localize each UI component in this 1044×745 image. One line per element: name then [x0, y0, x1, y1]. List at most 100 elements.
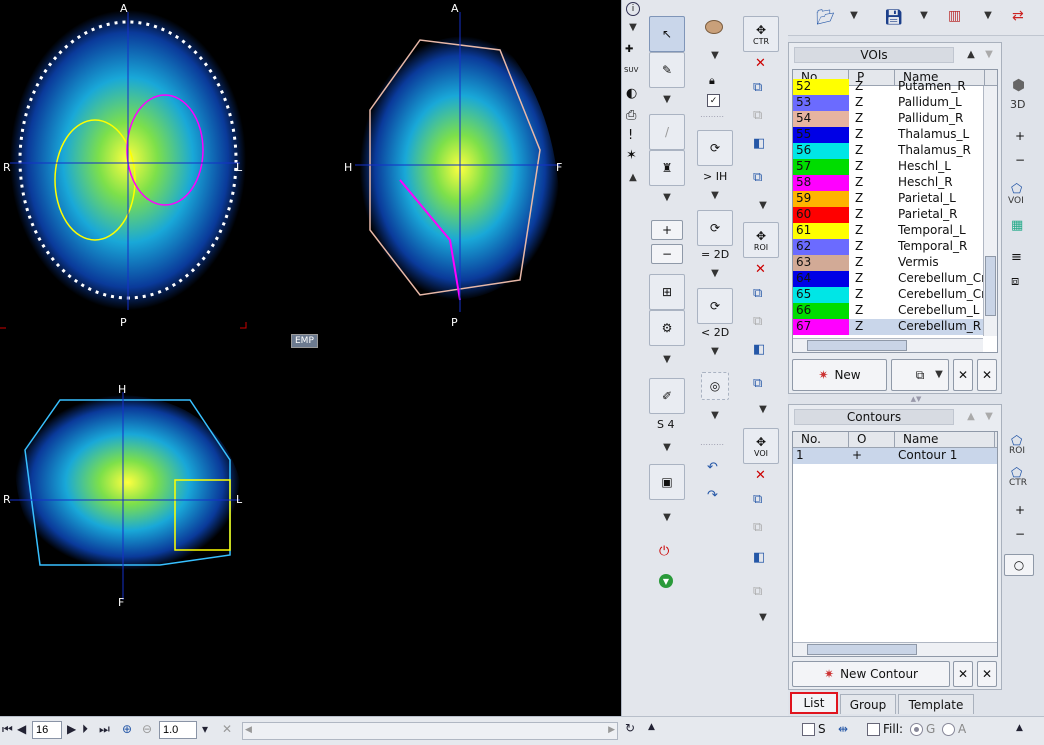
voi-row[interactable]: 67 Z Cerebellum_R — [793, 319, 983, 335]
paste-all-icon[interactable]: ⧉ — [753, 170, 762, 185]
voi-row[interactable]: 52 Z Putamen_R — [793, 79, 983, 95]
image-viewer[interactable]: A P R L A P H F H F R L EMP — [0, 0, 621, 716]
open-folder-icon[interactable]: 📂︎ — [816, 8, 835, 26]
chevron-down-icon[interactable]: ▼ — [705, 410, 725, 421]
zoom-input[interactable] — [159, 721, 197, 739]
chevron-down-icon[interactable]: ▼ — [753, 200, 773, 211]
tab-list[interactable]: List — [790, 692, 838, 714]
col-name[interactable]: Name — [895, 432, 995, 447]
paste-all-icon[interactable]: ⧉ — [753, 376, 762, 391]
delete-all-voi-button[interactable]: ✕ — [977, 359, 997, 391]
slice-input[interactable] — [32, 721, 62, 739]
suv-icon[interactable]: SUV — [624, 66, 638, 74]
plus-button[interactable]: + — [1012, 502, 1028, 518]
triangle-icon[interactable]: ▲ — [648, 722, 655, 732]
contour-row[interactable]: 1 + Contour 1 — [793, 448, 997, 464]
voi-row[interactable]: 54 Z Pallidum_R — [793, 111, 983, 127]
reset-icon[interactable]: ↻ — [625, 721, 635, 735]
chevron-down-icon[interactable]: ▼ — [979, 49, 999, 60]
s-checkbox[interactable] — [802, 723, 815, 736]
chevron-down-icon[interactable]: ▼ — [657, 442, 677, 453]
circle-button[interactable]: ○ — [1004, 554, 1034, 576]
col-no[interactable]: No. — [793, 432, 849, 447]
info-icon[interactable]: i — [626, 2, 640, 16]
chevron-up-icon[interactable]: ▲ — [961, 411, 981, 422]
contours-hscroll-thumb[interactable] — [807, 644, 917, 655]
chevron-up-icon[interactable]: ▲ — [961, 49, 981, 60]
chevron-down-icon[interactable]: ▼ — [914, 10, 934, 21]
minus-button[interactable]: − — [1012, 526, 1028, 542]
delete-icon[interactable]: ✕ — [755, 262, 766, 277]
power-icon[interactable]: ⏻ — [659, 544, 669, 559]
down-arrow-icon[interactable]: ▼ — [659, 574, 673, 588]
chevron-up-icon[interactable]: ▲ — [623, 172, 643, 183]
voi-row[interactable]: 57 Z Heschl_L — [793, 159, 983, 175]
fill-checkbox[interactable] — [867, 723, 880, 736]
lock-icon[interactable]: 🔒︎ — [709, 74, 715, 88]
last-slice-icon[interactable]: ⏭ — [99, 722, 110, 737]
voi-row[interactable]: 60 Z Parietal_R — [793, 207, 983, 223]
undo-icon[interactable]: ↶ — [707, 460, 718, 475]
lasso-tool-button[interactable]: ✎ — [649, 52, 685, 88]
vois-hscroll-thumb[interactable] — [807, 340, 907, 351]
voi-row[interactable]: 55 Z Thalamus_L — [793, 127, 983, 143]
a-radio[interactable] — [942, 723, 955, 736]
chevron-down-icon[interactable]: ▼ — [705, 190, 725, 201]
paste-icon[interactable]: ⧉ — [753, 108, 762, 123]
chevron-down-icon[interactable]: ▼ — [844, 10, 864, 21]
brush-tool-button[interactable]: / — [649, 114, 685, 150]
checkbox-icon[interactable]: ✓ — [707, 94, 720, 107]
redo-icon[interactable]: ↷ — [707, 488, 718, 503]
splitter[interactable]: ▲▼ — [788, 396, 1044, 403]
contrast-icon[interactable]: ◐ — [626, 86, 637, 101]
chevron-down-icon[interactable]: ▼ — [753, 612, 773, 623]
minus-button[interactable]: − — [1012, 152, 1028, 168]
zoom-in-icon[interactable]: ⊕ — [122, 722, 132, 736]
delete-voi-button[interactable]: ✕ — [953, 359, 973, 391]
tab-template[interactable]: Template — [898, 694, 974, 714]
voi-row[interactable]: 64 Z Cerebellum_Cr — [793, 271, 983, 287]
contours-hscroll[interactable] — [793, 642, 997, 656]
export-icon[interactable]: ⇄ — [1012, 8, 1024, 24]
paste-icon[interactable]: ⧉ — [753, 314, 762, 329]
voi-row[interactable]: 66 Z Cerebellum_L — [793, 303, 983, 319]
axes-tool-button[interactable]: ⚙ — [649, 310, 685, 346]
crosshair-icon[interactable]: ✶ — [626, 148, 637, 163]
voi-row[interactable]: 56 Z Thalamus_R — [793, 143, 983, 159]
vois-hscroll[interactable] — [793, 338, 983, 352]
3d-icon[interactable]: ⬢ — [1012, 76, 1025, 94]
grid-icon[interactable]: ▦ — [1011, 218, 1023, 233]
tree-tool-button[interactable]: ⊞ — [649, 274, 685, 310]
mirror-icon[interactable]: ◧ — [753, 342, 765, 357]
chevron-down-icon[interactable]: ▼ — [753, 404, 773, 415]
box-tool-button[interactable]: ▣ — [649, 464, 685, 500]
vois-vscroll-thumb[interactable] — [985, 256, 996, 316]
chevron-down-icon[interactable]: ▼ — [623, 22, 643, 33]
play-icon[interactable]: ⏵ — [82, 722, 88, 737]
paint-tool-button[interactable]: ♜ — [649, 150, 685, 186]
paste-all-icon[interactable]: ⧉ — [753, 584, 762, 599]
scroll-right-icon[interactable]: ▶ — [608, 725, 615, 735]
delete-contour-button[interactable]: ✕ — [953, 661, 973, 687]
voi-row[interactable]: 53 Z Pallidum_L — [793, 95, 983, 111]
arrange-icon[interactable]: ⧈ — [1011, 274, 1019, 289]
mirror-icon[interactable]: ◧ — [753, 136, 765, 151]
save-icon[interactable]: 💾︎ — [884, 8, 903, 26]
chevron-down-icon[interactable]: ▼ — [979, 411, 999, 422]
ih-tool-button[interactable]: ⟳ — [697, 130, 733, 166]
col-o[interactable]: O — [849, 432, 895, 447]
pointer-tool-button[interactable]: ↖ — [649, 16, 685, 52]
voi-button[interactable]: ✥ VOI — [743, 428, 779, 464]
eq2d-tool-button[interactable]: ⟳ — [697, 210, 733, 246]
first-slice-icon[interactable]: ⏮ — [2, 722, 13, 737]
chevron-down-icon[interactable]: ▼ — [978, 10, 998, 21]
close-icon[interactable]: ✕ — [222, 722, 232, 736]
prev-slice-icon[interactable]: ◀ — [17, 722, 26, 736]
viewer-hscroll[interactable]: ◀ ▶ — [242, 722, 618, 740]
delete-icon[interactable]: ✕ — [755, 468, 766, 483]
pen-tool-button[interactable]: ✐ — [649, 378, 685, 414]
delete-icon[interactable]: ✕ — [755, 56, 766, 71]
scroll-left-icon[interactable]: ◀ — [245, 725, 252, 735]
chevron-down-icon[interactable]: ▼ — [929, 369, 949, 380]
plus-button[interactable]: + — [651, 220, 683, 240]
